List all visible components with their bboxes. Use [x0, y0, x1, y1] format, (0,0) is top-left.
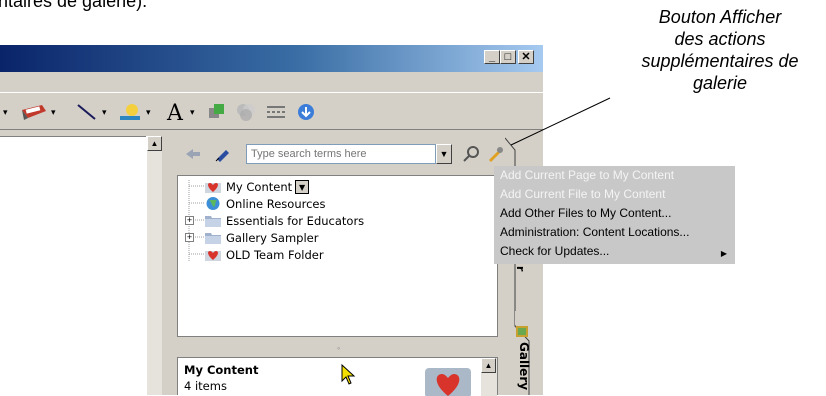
submenu-arrow-icon: ▶: [720, 249, 727, 258]
transparency-icon[interactable]: [234, 101, 258, 123]
line-icon[interactable]: ▾: [75, 101, 107, 123]
gallery-icon[interactable]: [296, 101, 316, 123]
callout-line-4: galerie: [692, 73, 748, 93]
tab-gallery[interactable]: Gallery: [515, 342, 531, 390]
mouse-cursor-icon: [341, 364, 356, 385]
application-window: _ □ ✕ ▾ ▾ ▾ ▾ A ▾ ▲ Type search terms he…: [0, 45, 543, 396]
color-icon[interactable]: ▾: [117, 101, 151, 123]
heart-folder-icon: [205, 183, 221, 193]
my-content-dropdown-button[interactable]: ▼: [295, 179, 310, 194]
info-scroll-up-button[interactable]: ▲: [481, 358, 496, 373]
menu-item-add-current-page[interactable]: Add Current Page to My Content: [500, 166, 674, 184]
tree-item-label: Online Resources: [226, 196, 326, 211]
gallery-tab-icon: [516, 326, 528, 337]
callout-line-1: Bouton Afficher: [658, 7, 782, 27]
tree-item-online-resources[interactable]: Online Resources: [204, 195, 325, 212]
scroll-up-button[interactable]: ▲: [147, 136, 162, 151]
align-icon[interactable]: [265, 101, 287, 123]
tree-item-gallery-sampler[interactable]: Gallery Sampler: [204, 229, 318, 246]
expand-gallery-sampler-button[interactable]: +: [185, 233, 194, 242]
search-dropdown-button[interactable]: ▼: [436, 144, 452, 164]
heart-folder-icon: [205, 251, 221, 261]
gallery-actions-menu: Add Current Page to My Content Add Curre…: [494, 166, 735, 264]
info-title: My Content: [184, 363, 259, 377]
minimize-button[interactable]: _: [484, 50, 500, 64]
info-panel: My Content 4 items ▲: [177, 357, 498, 396]
back-arrow-icon[interactable]: [184, 147, 202, 161]
tree-item-essentials[interactable]: Essentials for Educators: [204, 212, 364, 229]
gallery-tree: My Content ▼ Online Resources + Essentia…: [177, 175, 498, 337]
menu-item-add-other-files[interactable]: Add Other Files to My Content...: [500, 204, 671, 222]
pane-divider: [162, 136, 172, 395]
splitter-handle[interactable]: ◦: [337, 343, 340, 353]
globe-icon: [206, 197, 220, 210]
search-row: ▼: [184, 144, 505, 166]
callout-text: Bouton Afficher des actions supplémentai…: [614, 6, 826, 94]
gallery-pane: ▼ My Content ▼ Online Resources: [172, 136, 505, 396]
close-button[interactable]: ✕: [518, 50, 534, 64]
svg-text:A: A: [166, 101, 184, 123]
drawing-toolbar: ▾ ▾ ▾ ▾ A ▾: [0, 92, 543, 130]
clear-search-icon[interactable]: [214, 146, 234, 162]
maximize-button[interactable]: □: [500, 50, 516, 64]
tree-item-old-team-folder[interactable]: OLD Team Folder: [204, 246, 324, 263]
menu-item-add-current-file[interactable]: Add Current File to My Content: [500, 185, 665, 203]
info-count: 4 items: [184, 379, 227, 393]
document-area[interactable]: [0, 136, 146, 396]
search-input[interactable]: [246, 144, 436, 164]
heart-folder-icon: [425, 368, 471, 396]
menu-item-content-locations[interactable]: Administration: Content Locations...: [500, 223, 689, 241]
menu-item-check-updates[interactable]: Check for Updates...: [500, 242, 609, 260]
expand-essentials-button[interactable]: +: [185, 216, 194, 225]
title-bar: _ □ ✕: [0, 45, 543, 72]
tab-hidden-label[interactable]: r: [514, 266, 527, 271]
tree-item-my-content[interactable]: My Content ▼: [204, 178, 310, 195]
search-icon[interactable]: [462, 145, 480, 163]
highlighter-icon[interactable]: ▾: [20, 101, 56, 123]
document-scrollbar[interactable]: ▲: [146, 136, 163, 395]
more-gallery-actions-icon[interactable]: [486, 145, 504, 163]
order-icon[interactable]: [207, 101, 227, 123]
folder-icon: [205, 216, 221, 227]
callout-line-3: supplémentaires de: [641, 51, 799, 71]
tree-item-label: Gallery Sampler: [226, 230, 319, 245]
callout-line-2: des actions: [674, 29, 766, 49]
caption-fragment: ntaires de galerie).: [0, 0, 148, 11]
tree-item-label: OLD Team Folder: [226, 247, 324, 262]
text-icon[interactable]: A ▾: [165, 101, 195, 123]
toolbar-arrow[interactable]: ▾: [0, 101, 8, 123]
info-scrollbar[interactable]: ▲: [481, 358, 497, 396]
tree-item-label: My Content: [226, 179, 293, 194]
folder-icon: [205, 233, 221, 244]
tree-item-label: Essentials for Educators: [226, 213, 365, 228]
